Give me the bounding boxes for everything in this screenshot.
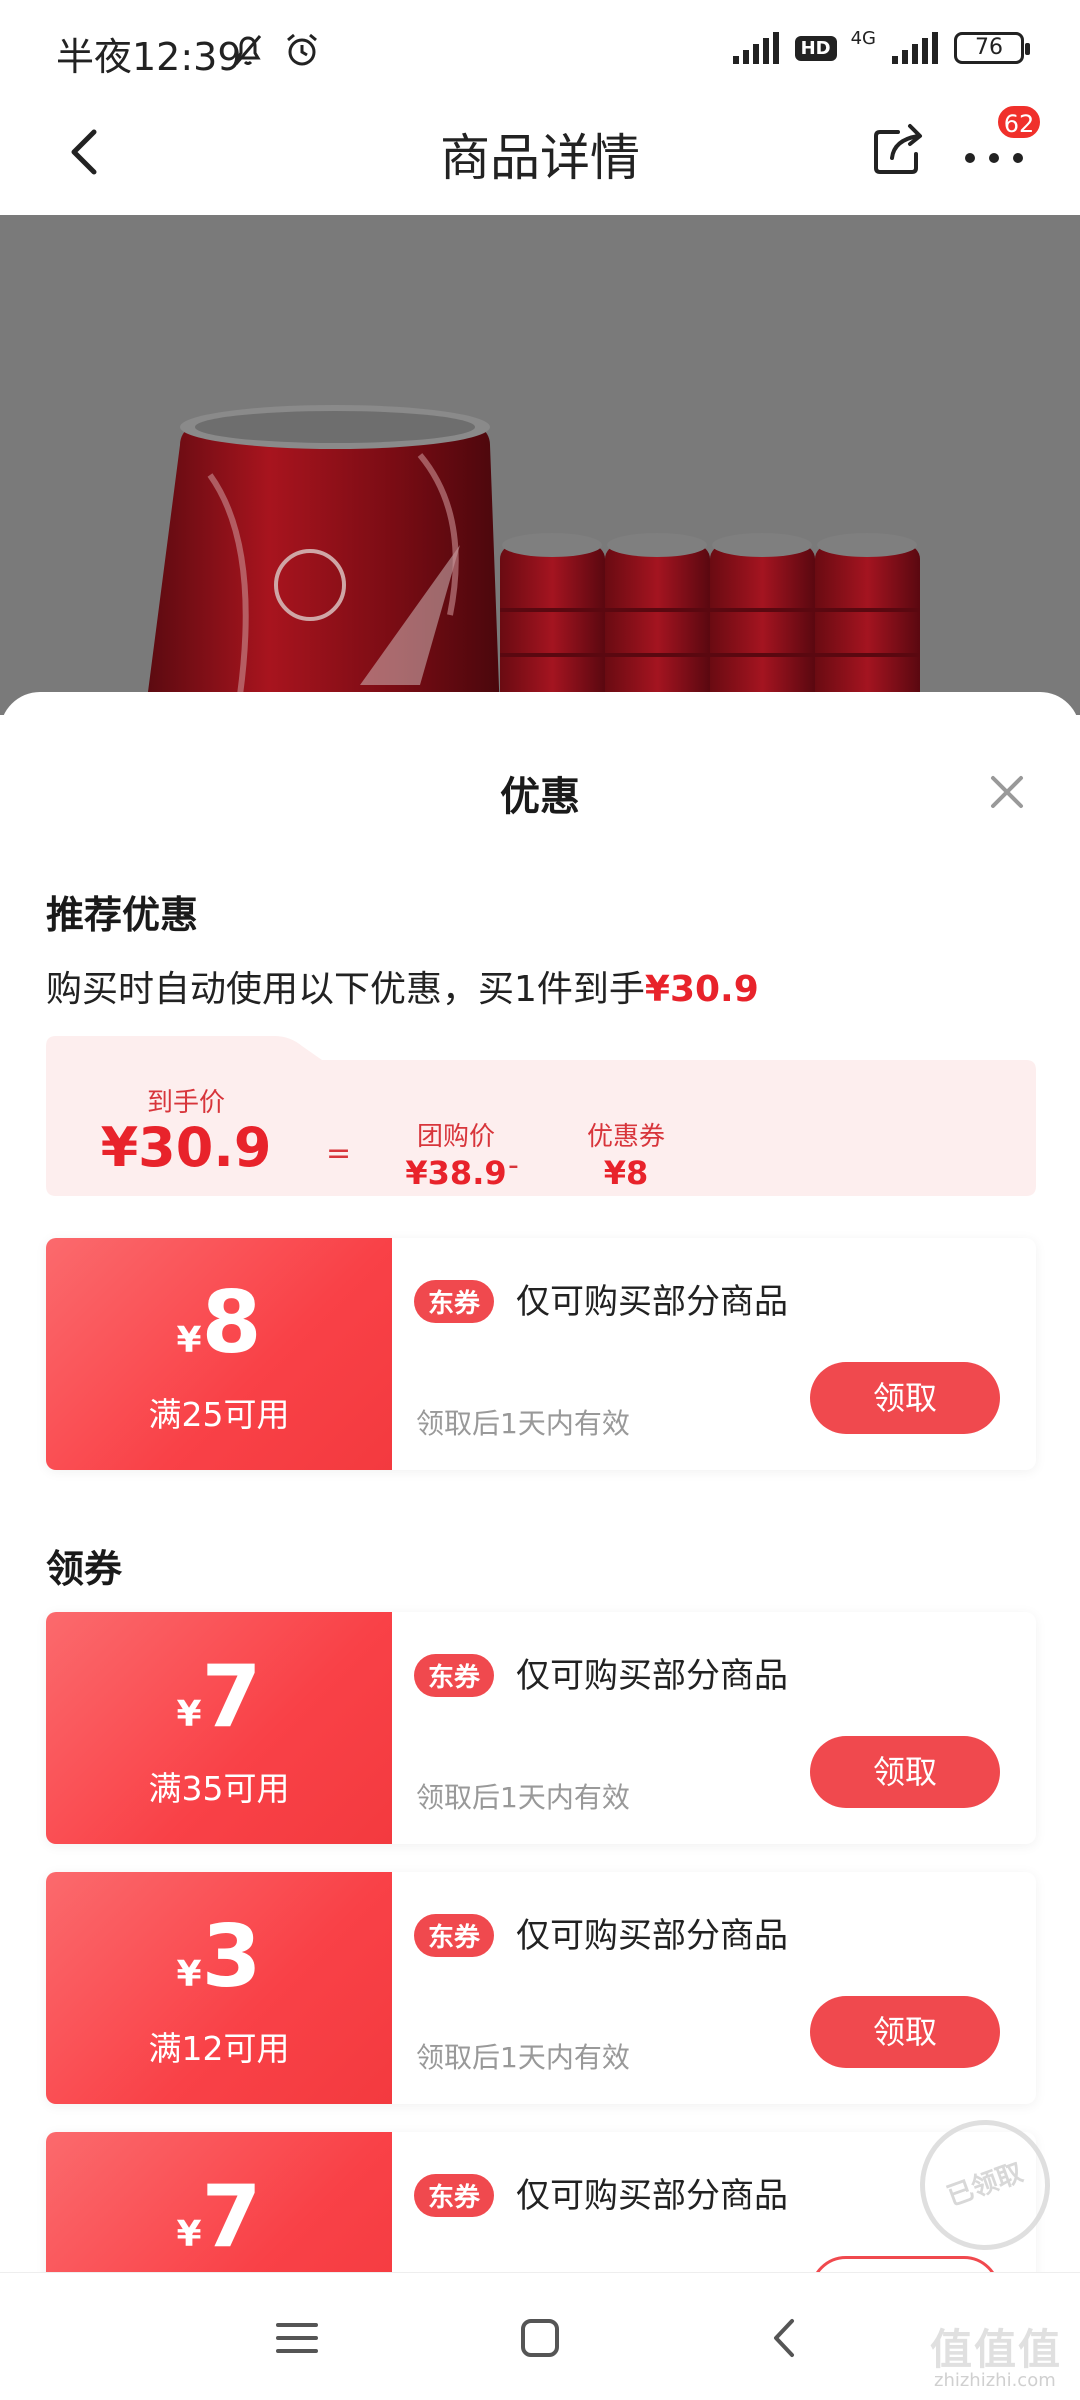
coupon-description: 仅可购买部分商品 <box>516 2176 788 2216</box>
yen-symbol: ¥ <box>176 1954 202 1995</box>
coupon-amount-value: 7 <box>201 2167 262 2267</box>
coupon-validity: 领取后1天内有效 <box>416 2041 630 2074</box>
price-breakdown: 到手价 ¥30.9 = 团购价 ¥38.9 - 优惠券 ¥8 <box>46 1036 1036 1196</box>
product-cans-image <box>145 405 920 715</box>
home-icon[interactable] <box>515 2313 565 2363</box>
coupon-validity: 领取后1天内有效 <box>416 1781 630 1814</box>
claimed-stamp: 已领取 <box>901 2101 1069 2269</box>
coupon-discount-value: ¥8 <box>603 1154 649 1192</box>
coupon-card-claimed: ¥7 东券 仅可购买部分商品 已领取 <box>46 2101 1069 2272</box>
coupon-condition: 满35可用 <box>148 1769 290 1808</box>
minus-sign: - <box>508 1148 519 1183</box>
sheet-title: 优惠 <box>500 774 580 820</box>
coupon-card: ¥3 满12可用 东券 仅可购买部分商品 领取后1天内有效 领取 <box>46 1872 1036 2104</box>
coupon-amount: ¥7 <box>46 2174 392 2260</box>
claim-coupon-button[interactable]: 领取 <box>810 1362 1000 1434</box>
nav-bar: 商品详情 <box>0 100 1080 215</box>
coupon-amount-panel: ¥7 满35可用 <box>46 1612 392 1844</box>
coupon-amount: ¥8 <box>46 1280 392 1366</box>
use-coupon-button[interactable] <box>810 2256 1000 2272</box>
hd-badge: HD <box>794 35 837 61</box>
alarm-clock-icon <box>287 33 317 66</box>
claim-coupon-button[interactable]: 领取 <box>810 1996 1000 2068</box>
section-title-recommended: 推荐优惠 <box>46 893 199 937</box>
recommended-desc-price: ¥30.9 <box>644 969 759 1010</box>
coupon-discount-label: 优惠券 <box>586 1122 665 1152</box>
coupon-condition: 满12可用 <box>148 2029 290 2068</box>
discount-sheet: 优惠 推荐优惠 购买时自动使用以下优惠，买1件到手¥30.9 到手价 ¥30.9… <box>0 692 1080 2272</box>
coupon-tag: 东券 <box>414 2174 495 2217</box>
coupon-condition: 满25可用 <box>148 1395 290 1434</box>
share-icon[interactable] <box>868 118 928 178</box>
watermark-url: zhizhizhi.com <box>934 2370 1056 2391</box>
coupon-validity: 领取后1天内有效 <box>416 1407 630 1440</box>
coupon-amount-value: 3 <box>201 1907 262 2007</box>
coupon-amount-panel: ¥8 满25可用 <box>46 1238 392 1470</box>
network-type: 4G <box>850 27 876 49</box>
status-left-icons <box>228 30 322 70</box>
back-icon[interactable] <box>760 2313 810 2363</box>
coupon-amount-value: 7 <box>201 1647 262 1747</box>
claim-coupon-button[interactable]: 领取 <box>810 1736 1000 1808</box>
recommended-description: 购买时自动使用以下优惠，买1件到手¥30.9 <box>46 960 759 1012</box>
close-icon[interactable] <box>985 770 1029 814</box>
status-bar: 半夜12:39 HD 4G 76 <box>0 0 1080 100</box>
coupon-amount-panel: ¥7 <box>46 2132 392 2272</box>
coupon-tag: 东券 <box>414 1280 495 1323</box>
yen-symbol: ¥ <box>176 2214 202 2255</box>
coupon-amount: ¥7 <box>46 1654 392 1740</box>
coupon-tag: 东券 <box>414 1654 495 1697</box>
status-right-icons: HD 4G 76 <box>731 27 1030 66</box>
product-image <box>0 215 1080 715</box>
coupon-description: 仅可购买部分商品 <box>516 1916 788 1956</box>
section-title-collect: 领券 <box>46 1547 123 1591</box>
bell-off-icon <box>234 35 262 65</box>
battery-icon: 76 <box>954 32 1030 64</box>
final-price-value: ¥30.9 <box>100 1116 272 1179</box>
yen-symbol: ¥ <box>176 1694 202 1735</box>
system-nav-bar <box>0 2272 1080 2400</box>
coupon-amount-value: 8 <box>201 1273 262 1373</box>
coupon-description: 仅可购买部分商品 <box>516 1656 788 1696</box>
coupon-amount-panel: ¥3 满12可用 <box>46 1872 392 2104</box>
yen-symbol: ¥ <box>176 1320 202 1361</box>
signal-4g-icon <box>892 32 938 64</box>
coupon-card: ¥7 满35可用 东券 仅可购买部分商品 领取后1天内有效 领取 <box>46 1612 1036 1844</box>
watermark-text: 值值值 <box>930 2325 1063 2374</box>
coupon-amount: ¥3 <box>46 1914 392 2000</box>
menu-icon[interactable] <box>272 2313 322 2363</box>
signal-icon <box>732 32 779 64</box>
final-price-label: 到手价 <box>146 1088 225 1118</box>
coupon-tag: 东券 <box>414 1914 495 1957</box>
equals-sign: = <box>326 1136 352 1171</box>
recommended-coupon-card: ¥8 满25可用 东券 仅可购买部分商品 领取后1天内有效 领取 <box>46 1238 1036 1470</box>
recommended-desc-text: 购买时自动使用以下优惠，买1件到手 <box>46 969 645 1010</box>
status-time: 半夜12:39 <box>56 35 242 79</box>
message-count-badge: 62 <box>996 104 1042 140</box>
coupon-description: 仅可购买部分商品 <box>516 1282 788 1322</box>
